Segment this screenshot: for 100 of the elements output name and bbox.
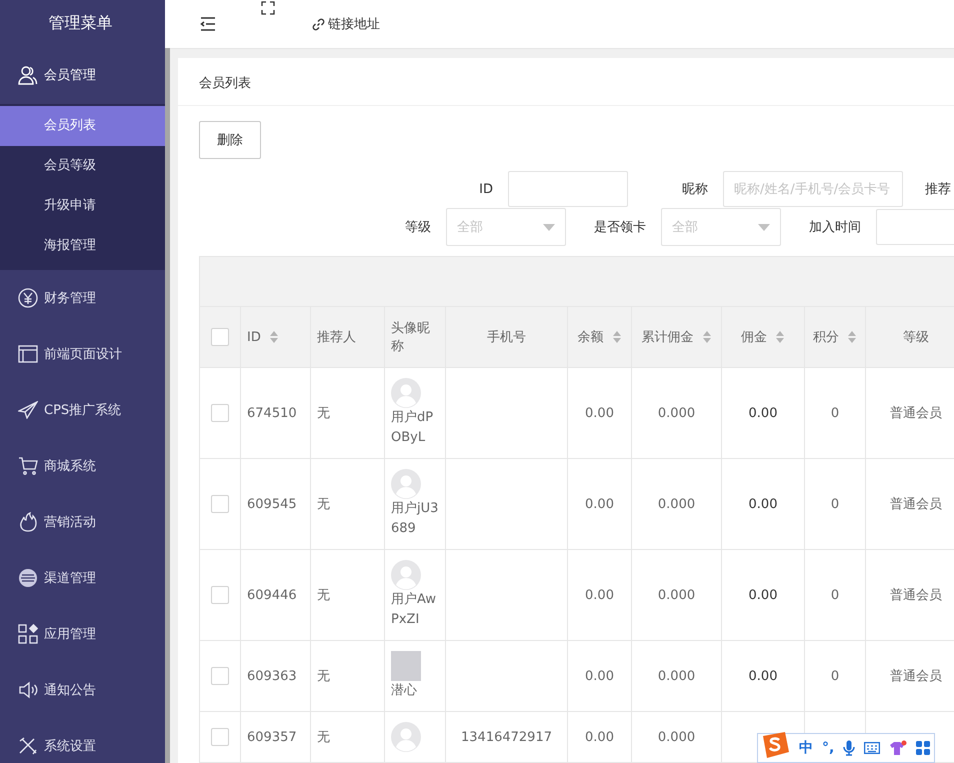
avatar-icon: [391, 469, 421, 499]
sort-icon[interactable]: [612, 330, 622, 344]
nickname: 用户dPOByL: [391, 409, 434, 447]
field-label: 昵称: [681, 181, 708, 198]
table-cell: 674510: [247, 406, 297, 420]
menu-item[interactable]: 营销活动: [0, 494, 165, 550]
nickname: 潜心: [391, 682, 418, 700]
grid-icon[interactable]: [916, 741, 930, 755]
column-header: 等级: [866, 306, 954, 368]
sort-icon[interactable]: [268, 330, 279, 344]
table-cell: 609545: [247, 496, 297, 512]
table-cell: 普通会员: [890, 497, 942, 512]
column-header: 手机号: [446, 306, 568, 368]
table-cell: 无: [317, 497, 330, 512]
checkbox[interactable]: [211, 495, 229, 513]
s-logo-icon[interactable]: [760, 731, 790, 759]
user-icon: [18, 65, 38, 85]
column-header[interactable]: 积分: [804, 306, 866, 368]
menu-item[interactable]: 会员管理: [0, 46, 165, 104]
field-label: 加入时间: [808, 219, 861, 236]
field-label: 是否领卡: [593, 219, 646, 236]
apps-icon: [18, 624, 38, 644]
sort-icon[interactable]: [847, 330, 857, 344]
submenu-item[interactable]: 会员等级: [0, 146, 165, 186]
table-cell: 无: [317, 730, 330, 745]
table-cell: 609357: [247, 730, 297, 744]
menu-item[interactable]: 前端页面设计: [0, 326, 165, 382]
text-field[interactable]: [508, 171, 628, 207]
field-label: 等级: [404, 219, 431, 236]
table-cell: 0.00: [585, 730, 614, 744]
submenu-item[interactable]: 会员列表: [0, 106, 165, 146]
column-header: 头像昵称: [384, 306, 446, 368]
table-cell: 0: [830, 668, 840, 684]
column-header[interactable]: 累计佣金: [632, 306, 722, 368]
field-label: 推荐: [925, 181, 951, 198]
sort-icon[interactable]: [775, 330, 785, 344]
cart-icon: [18, 457, 38, 475]
table-cell: 普通会员: [890, 588, 942, 603]
menu-item[interactable]: CPS推广系统: [0, 382, 165, 438]
link-address-link[interactable]: 链接地址: [312, 15, 380, 33]
punctuation-toggle[interactable]: °,: [822, 740, 834, 756]
table-cell: 13416472917: [461, 730, 552, 744]
column-header: 推荐人: [310, 306, 384, 368]
table-cell: 0.000: [658, 496, 696, 512]
table-cell: 0.00: [585, 406, 614, 420]
checkbox[interactable]: [211, 667, 229, 685]
menu-item[interactable]: 商城系统: [0, 438, 165, 494]
table-cell: 609446: [247, 588, 297, 602]
table-cell: 0.00: [585, 496, 614, 512]
checkbox[interactable]: [211, 586, 229, 604]
avatar-icon: [391, 378, 421, 408]
table-cell: 0.00: [748, 588, 778, 602]
menu-title: 管理菜单: [48, 12, 114, 34]
nickname: 用户AwPxZI: [391, 591, 437, 629]
shirt-icon[interactable]: [889, 740, 908, 756]
link-icon: [312, 18, 325, 30]
table-cell: 无: [317, 406, 330, 421]
field-label: ID: [478, 182, 493, 196]
delete-button[interactable]: 删除: [199, 121, 261, 159]
menu-item[interactable]: 渠道管理: [0, 550, 165, 606]
scrollbar[interactable]: [165, 48, 170, 763]
checkbox[interactable]: [211, 328, 229, 346]
table-cell: 0.00: [748, 406, 778, 420]
window-icon: [18, 345, 38, 363]
menu-item[interactable]: 通知公告: [0, 662, 165, 718]
checkbox[interactable]: [211, 404, 229, 422]
menu-item[interactable]: 系统设置: [0, 718, 165, 763]
text-field[interactable]: 昵称/姓名/手机号/会员卡号: [723, 171, 903, 207]
tools-icon: [18, 737, 38, 755]
column-header[interactable]: ID: [240, 306, 310, 368]
table-cell: 0: [830, 588, 840, 602]
submenu-item[interactable]: 海报管理: [0, 226, 165, 266]
avatar-icon: [391, 722, 421, 752]
photo-placeholder: [391, 651, 421, 681]
table-cell: 0.000: [658, 730, 696, 744]
checkbox[interactable]: [211, 728, 229, 746]
flame-icon: [18, 512, 38, 532]
fullscreen-icon[interactable]: [261, 1, 275, 15]
column-header[interactable]: 佣金: [722, 306, 804, 368]
sort-icon[interactable]: [702, 330, 712, 344]
input-mode-toggle[interactable]: 中: [799, 739, 813, 757]
menu-item[interactable]: 财务管理: [0, 270, 165, 326]
table-cell: 0.00: [748, 668, 778, 684]
caret-icon: [758, 224, 770, 230]
table-cell: 0.00: [585, 668, 614, 684]
table-cell: 609363: [247, 668, 297, 684]
microphone-icon[interactable]: [843, 740, 856, 756]
table-cell: 0: [830, 406, 840, 420]
submenu-item[interactable]: 升级申请: [0, 186, 165, 226]
table-cell: 无: [317, 588, 330, 603]
speaker-icon: [18, 681, 38, 699]
keyboard-icon[interactable]: [864, 742, 880, 754]
caret-icon: [543, 224, 555, 230]
table-cell: 普通会员: [890, 669, 942, 684]
table-cell: 0.000: [658, 668, 696, 684]
menu-icon[interactable]: [200, 17, 216, 31]
column-header[interactable]: 余额: [568, 306, 632, 368]
table-cell: 0.000: [658, 588, 696, 602]
menu-item[interactable]: 应用管理: [0, 606, 165, 662]
table-cell: 无: [317, 669, 330, 684]
